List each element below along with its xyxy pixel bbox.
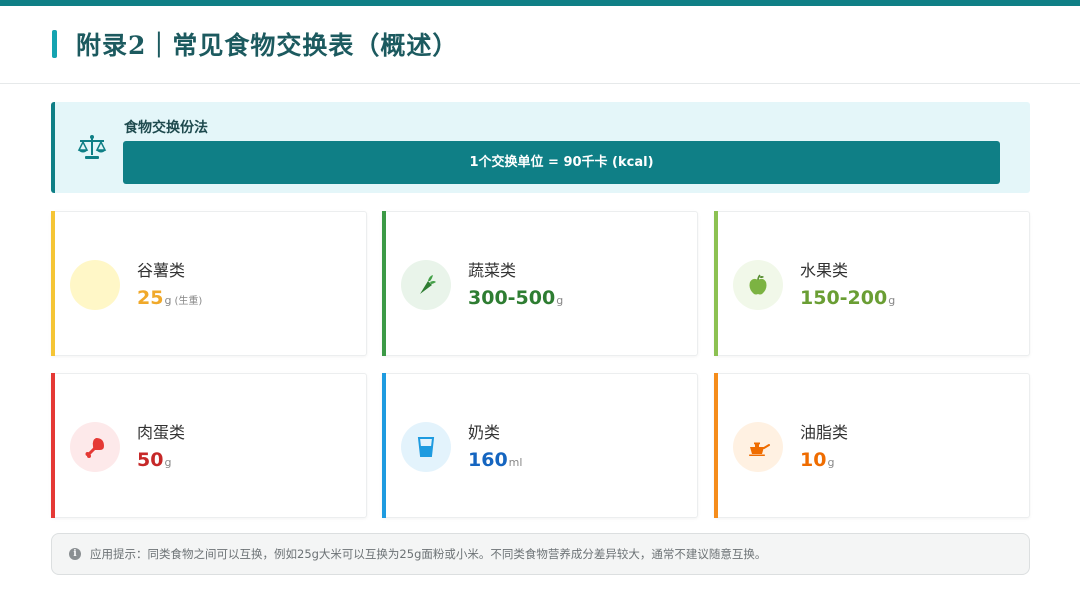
carrot-icon (420, 275, 436, 294)
food-card-grains: 谷薯类 25g (生重) (51, 211, 367, 356)
food-group-name: 奶类 (468, 423, 501, 442)
amount-value: 50 (137, 449, 164, 471)
food-group-name: 水果类 (800, 261, 849, 280)
exchange-amount: 50g (137, 449, 171, 471)
exchange-amount: 150-200g (800, 287, 895, 309)
balance-scale-icon (77, 134, 107, 162)
card-accent (51, 211, 55, 356)
milk-icon-circle (401, 422, 451, 472)
card-accent (382, 373, 386, 518)
amount-value: 160 (468, 449, 508, 471)
apple-icon (749, 274, 767, 295)
food-card-meat-eggs: 肉蛋类 50g (51, 373, 367, 518)
meat-leg-icon (85, 438, 104, 458)
banner-title: 食物交换份法 (124, 120, 208, 136)
carrot-icon-circle (401, 260, 451, 310)
tip-text: 应用提示：同类食物之间可以互换，例如25g大米可以互换为25g面粉或小米。不同类… (90, 547, 767, 561)
card-accent (51, 373, 55, 518)
food-group-name: 肉蛋类 (137, 423, 186, 442)
exchange-amount: 300-500g (468, 287, 563, 309)
food-card-oils: 油脂类 10g (714, 373, 1030, 518)
application-tip: i 应用提示：同类食物之间可以互换，例如25g大米可以互换为25g面粉或小米。不… (51, 533, 1030, 575)
amount-unit: g (556, 294, 564, 307)
amount-unit: g (164, 294, 172, 307)
oil-icon-circle (733, 422, 783, 472)
amount-unit: g (888, 294, 896, 307)
amount-value: 25 (137, 287, 164, 309)
amount-unit: ml (508, 456, 523, 469)
card-accent (714, 211, 718, 356)
exchange-amount: 25g (生重) (137, 287, 202, 309)
food-group-name: 蔬菜类 (468, 261, 517, 280)
amount-value: 300-500 (468, 287, 556, 309)
amount-unit: g (164, 456, 172, 469)
oil-pot-icon (749, 442, 770, 456)
grain-circle-icon (70, 260, 120, 310)
apple-icon-circle (733, 260, 783, 310)
amount-note: (生重) (174, 296, 203, 307)
exchange-amount: 10g (800, 449, 834, 471)
info-icon: i (69, 548, 81, 560)
exchange-unit-definition: 1个交换单位 = 90千卡 (kcal) (123, 141, 1000, 184)
card-accent (714, 373, 718, 518)
card-accent (382, 211, 386, 356)
food-card-vegetables: 蔬菜类 300-500g (382, 211, 698, 356)
amount-value: 10 (800, 449, 827, 471)
title-accent-bar (52, 30, 57, 58)
food-group-name: 油脂类 (800, 423, 849, 442)
meat-icon-circle (70, 422, 120, 472)
exchange-method-banner: 食物交换份法 1个交换单位 = 90千卡 (kcal) (51, 102, 1030, 193)
amount-unit: g (827, 456, 835, 469)
food-card-fruits: 水果类 150-200g (714, 211, 1030, 356)
exchange-amount: 160ml (468, 449, 522, 471)
milk-glass-icon (417, 437, 435, 457)
page-title: 附录2｜常见食物交换表（概述） (76, 31, 459, 60)
food-card-dairy: 奶类 160ml (382, 373, 698, 518)
page-header: 附录2｜常见食物交换表（概述） (0, 6, 1080, 84)
amount-value: 150-200 (800, 287, 888, 309)
food-group-name: 谷薯类 (137, 261, 186, 280)
